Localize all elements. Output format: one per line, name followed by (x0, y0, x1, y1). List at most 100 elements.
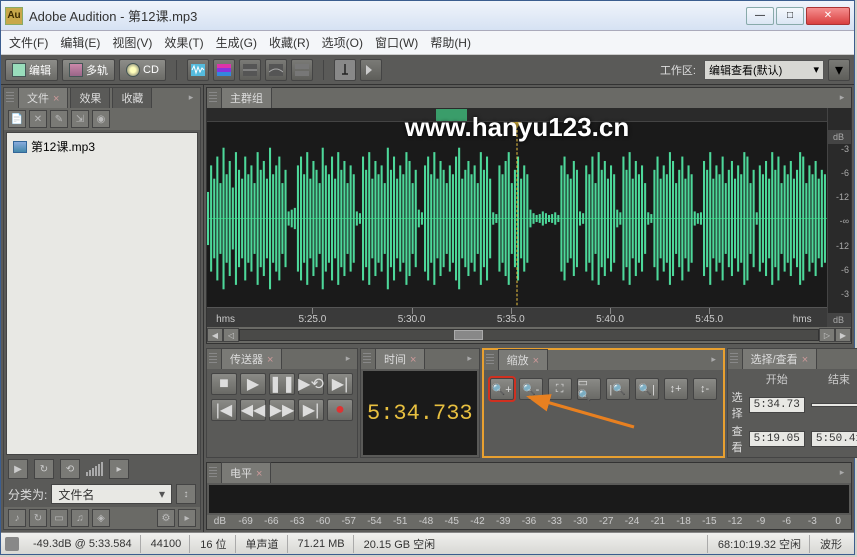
pause-button[interactable]: ❚❚ (269, 373, 295, 395)
scroll-right-page-button[interactable]: ▷ (819, 328, 835, 342)
scroll-thumb[interactable] (454, 330, 483, 340)
horizontal-scrollbar[interactable]: ◀ ◁ ▷ ▶ (207, 327, 851, 343)
workspace-select[interactable]: 编辑查看(默认) (704, 60, 824, 80)
panel-grip-icon[interactable] (6, 92, 14, 102)
panel-grip-icon[interactable] (730, 353, 738, 363)
zoom-in-left-button[interactable]: |🔍 (606, 378, 630, 400)
menu-effects[interactable]: 效果(T) (164, 34, 203, 51)
fast-forward-button[interactable]: ▶▶ (269, 399, 295, 421)
show-markers-button[interactable]: ◈ (92, 509, 110, 527)
panel-grip-icon[interactable] (363, 353, 371, 363)
mode-cd-button[interactable]: CD (119, 59, 166, 81)
scroll-left-button[interactable]: ◀ (207, 328, 223, 342)
panel-menu-icon[interactable]: ▸ (463, 351, 477, 365)
show-midi-button[interactable]: ♫ (71, 509, 89, 527)
navigator-strip[interactable] (207, 108, 827, 122)
mode-edit-button[interactable]: 编辑 (5, 59, 58, 81)
view-start-field[interactable]: 5:19.05 (749, 431, 805, 447)
rewind-button[interactable]: ◀◀ (240, 399, 266, 421)
panel-menu-icon[interactable]: ▸ (341, 351, 355, 365)
edit-file-button[interactable]: ✎ (50, 110, 68, 128)
playhead-marker-icon[interactable] (511, 122, 521, 130)
preview-autoplay-button[interactable]: ↻ (34, 459, 54, 479)
preview-volume-slider[interactable] (86, 462, 103, 476)
record-button[interactable]: ● (327, 399, 353, 421)
show-video-button[interactable]: ▭ (50, 509, 68, 527)
show-audio-button[interactable]: ♪ (8, 509, 26, 527)
menu-generate[interactable]: 生成(G) (216, 34, 257, 51)
tool-time-select[interactable] (334, 59, 356, 81)
insert-cd-button[interactable]: ◉ (92, 110, 110, 128)
panel-grip-icon[interactable] (209, 467, 217, 477)
selection-start-field[interactable]: 5:34.73 (749, 397, 805, 413)
zoom-in-button[interactable]: 🔍+ (490, 378, 514, 400)
view-spectral-freq-button[interactable] (213, 59, 235, 81)
view-end-field[interactable]: 5:50.41 (811, 431, 857, 447)
advanced-button[interactable]: ▸ (178, 509, 196, 527)
menu-favorites[interactable]: 收藏(R) (269, 34, 310, 51)
tab-files[interactable]: 文件× (18, 87, 68, 108)
tab-levels[interactable]: 电平× (221, 462, 271, 483)
insert-multitrack-button[interactable]: ⇲ (71, 110, 89, 128)
play-looped-button[interactable]: ▶⟲ (298, 373, 324, 395)
close-file-button[interactable]: ✕ (29, 110, 47, 128)
panel-grip-icon[interactable] (209, 92, 217, 102)
tab-zoom[interactable]: 缩放× (498, 349, 548, 370)
zoom-in-right-button[interactable]: 🔍| (635, 378, 659, 400)
file-item[interactable]: 第12课.mp3 (11, 137, 193, 156)
show-loop-button[interactable]: ↻ (29, 509, 47, 527)
tab-transport[interactable]: 传送器× (221, 348, 282, 369)
tab-time[interactable]: 时间× (375, 348, 425, 369)
menu-window[interactable]: 窗口(W) (375, 34, 418, 51)
maximize-button[interactable]: □ (776, 7, 804, 25)
menu-view[interactable]: 视图(V) (112, 34, 152, 51)
workspace-menu-button[interactable]: ▾ (828, 59, 850, 81)
show-options-button[interactable]: ⚙ (157, 509, 175, 527)
mode-multitrack-button[interactable]: 多轨 (62, 59, 115, 81)
tab-effects[interactable]: 效果 (70, 87, 110, 108)
preview-play-button[interactable]: ▶ (8, 459, 28, 479)
menu-file[interactable]: 文件(F) (9, 34, 48, 51)
tool-move[interactable] (360, 59, 382, 81)
stop-button[interactable]: ■ (211, 373, 237, 395)
go-start-button[interactable]: |◀ (211, 399, 237, 421)
scroll-right-button[interactable]: ▶ (835, 328, 851, 342)
view-spectral-pan-button[interactable] (239, 59, 261, 81)
zoom-selection-button[interactable]: ▭🔍 (577, 378, 601, 400)
menu-options[interactable]: 选项(O) (322, 34, 363, 51)
panel-menu-icon[interactable]: ▸ (184, 90, 198, 104)
sort-order-button[interactable]: ↕ (176, 484, 196, 504)
menu-edit[interactable]: 编辑(E) (60, 34, 100, 51)
view-waveform-button[interactable] (187, 59, 209, 81)
import-file-button[interactable]: 📄 (8, 110, 26, 128)
minimize-button[interactable]: — (746, 7, 774, 25)
play-to-end-button[interactable]: ▶| (327, 373, 353, 395)
sort-select[interactable]: 文件名 (51, 484, 172, 504)
close-button[interactable]: ✕ (806, 7, 850, 25)
zoom-out-button[interactable]: 🔍- (519, 378, 543, 400)
view-spectral-phase-button[interactable] (265, 59, 287, 81)
preview-options-button[interactable]: ▸ (109, 459, 129, 479)
panel-grip-icon[interactable] (209, 353, 217, 363)
time-ruler[interactable]: hms 5:25.0 5:30.0 5:35.0 5:40.0 5:45.0 h… (207, 307, 827, 327)
panel-menu-icon[interactable]: ▸ (835, 465, 849, 479)
status-channels: 单声道 (238, 535, 288, 553)
scroll-left-page-button[interactable]: ◁ (223, 328, 239, 342)
preview-loop-button[interactable]: ⟲ (60, 459, 80, 479)
panel-menu-icon[interactable]: ▸ (707, 352, 721, 366)
panel-grip-icon[interactable] (486, 354, 494, 364)
selection-end-field[interactable] (811, 403, 857, 407)
file-list[interactable]: 第12课.mp3 (6, 132, 198, 455)
play-button[interactable]: ▶ (240, 373, 266, 395)
zoom-vertical-in-button[interactable]: ↕+ (664, 378, 688, 400)
tab-main-group[interactable]: 主群组 (221, 87, 272, 108)
tab-favorites[interactable]: 收藏 (112, 87, 152, 108)
tab-selection-view[interactable]: 选择/查看× (742, 348, 818, 369)
panel-menu-icon[interactable]: ▸ (835, 90, 849, 104)
zoom-full-button[interactable]: ⛶ (548, 378, 572, 400)
view-top-bottom-button[interactable] (291, 59, 313, 81)
go-end-button[interactable]: ▶| (298, 399, 324, 421)
menu-help[interactable]: 帮助(H) (430, 34, 471, 51)
waveform-display[interactable]: www.hanyu123.cn hms (207, 108, 851, 327)
zoom-vertical-out-button[interactable]: ↕- (693, 378, 717, 400)
